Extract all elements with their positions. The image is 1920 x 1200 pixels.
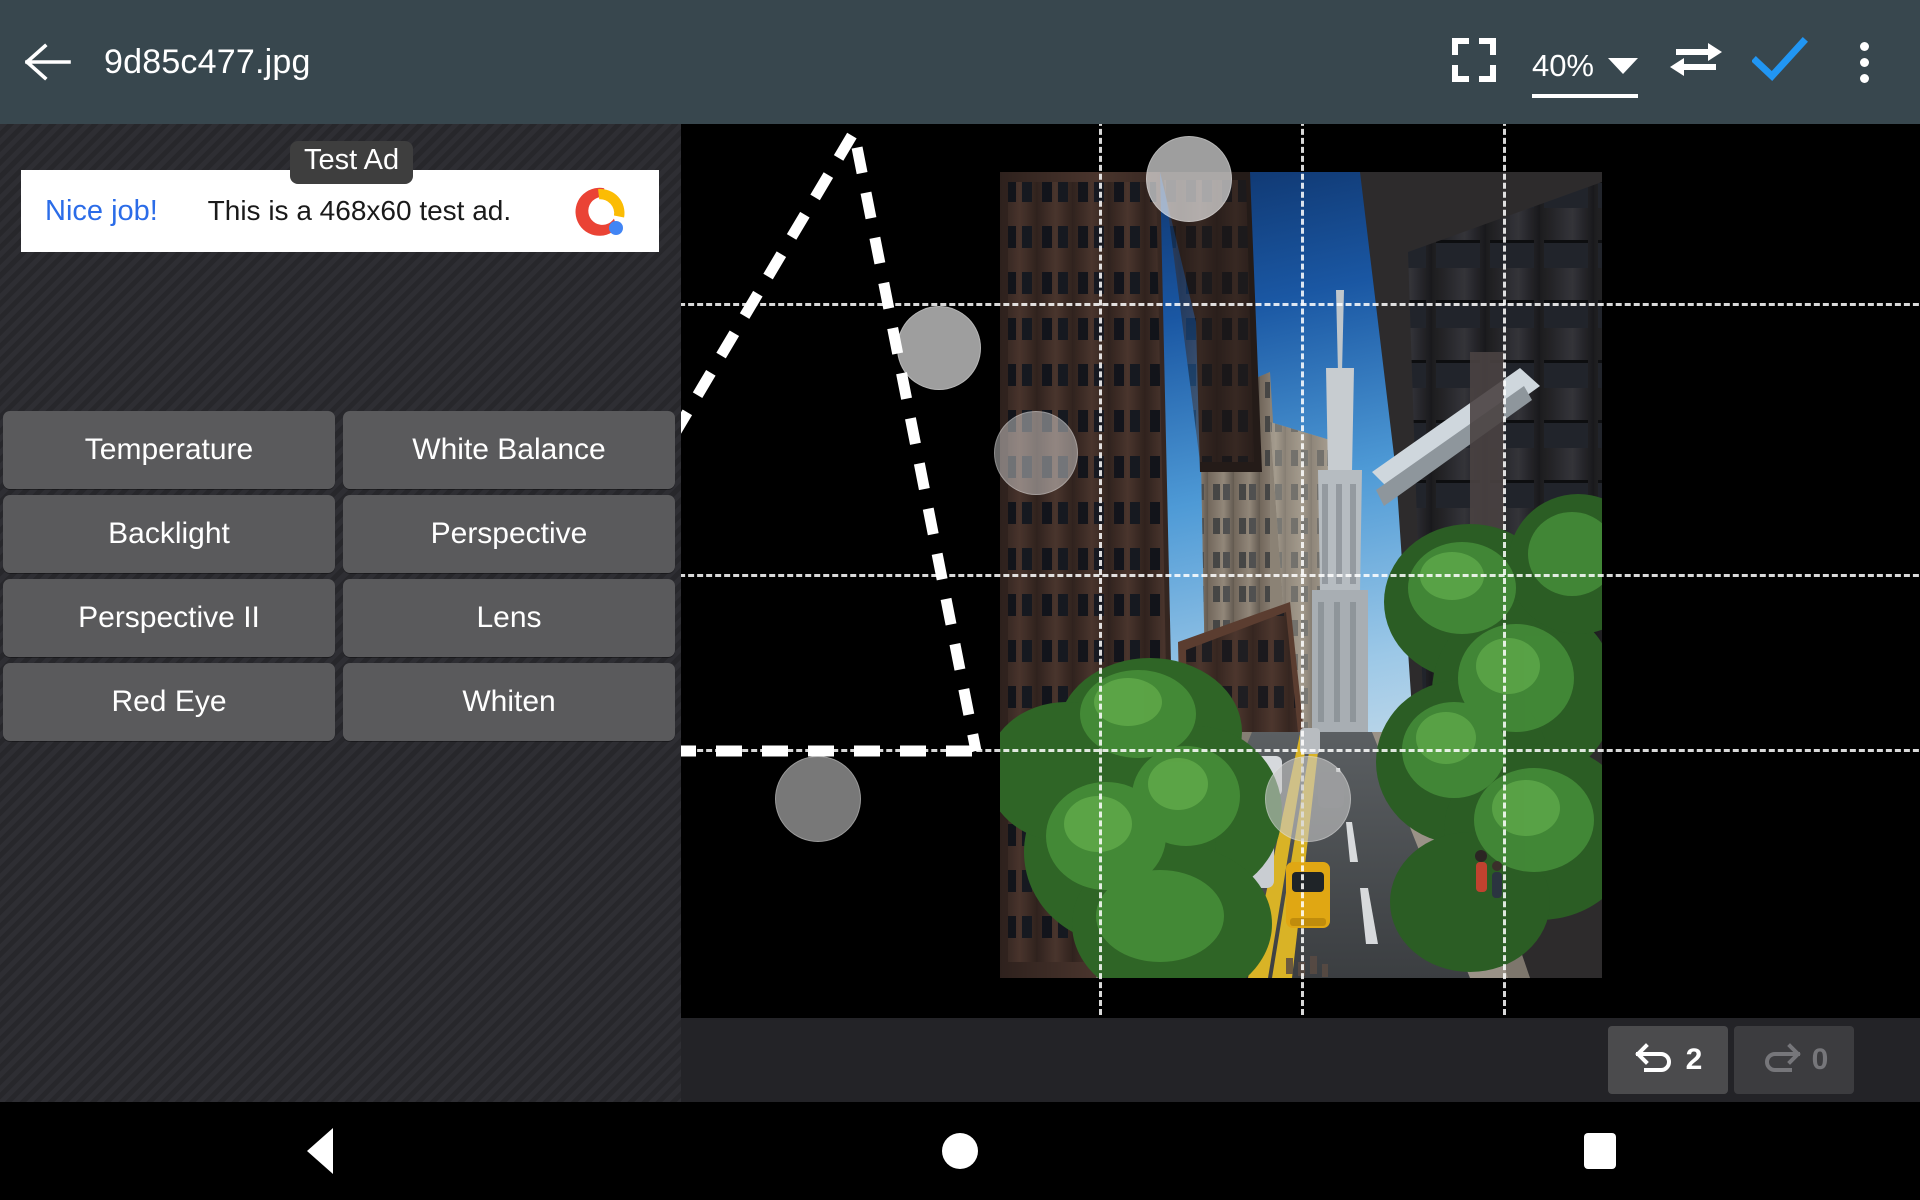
ad-cta-text: Nice job!	[45, 195, 158, 228]
tool-button-perspective-ii[interactable]: Perspective II	[3, 579, 335, 657]
tool-button-whiten[interactable]: Whiten	[343, 663, 675, 741]
overflow-menu-button[interactable]	[1822, 0, 1906, 124]
undo-arrow-icon	[1634, 1041, 1676, 1080]
tool-button-label: Red Eye	[111, 685, 226, 719]
tool-button-label: Whiten	[462, 685, 555, 719]
tool-button-lens[interactable]: Lens	[343, 579, 675, 657]
handle-center[interactable]	[994, 411, 1078, 495]
photo-editor-app: 9d85c477.jpg 40%	[0, 0, 1920, 1200]
nav-back-button[interactable]	[240, 1102, 400, 1200]
history-buttons: 2 0	[1608, 1026, 1854, 1094]
tool-button-label: Lens	[476, 601, 541, 635]
admob-logo-icon	[571, 180, 633, 242]
zoom-level-value: 40%	[1532, 48, 1594, 84]
image-canvas[interactable]	[681, 124, 1920, 1018]
tool-button-grid: Temperature White Balance Backlight Pers…	[0, 411, 678, 747]
zoom-level-selector[interactable]: 40%	[1516, 0, 1654, 124]
nav-home-circle-icon	[942, 1133, 978, 1169]
redo-count: 0	[1812, 1043, 1829, 1077]
handle-mid-left[interactable]	[897, 306, 981, 390]
nav-back-triangle-icon	[307, 1128, 333, 1174]
tool-button-label: Backlight	[108, 517, 230, 551]
page-title: 9d85c477.jpg	[104, 43, 311, 82]
photo-preview	[1000, 172, 1602, 978]
nav-recents-square-icon	[1584, 1133, 1616, 1169]
ad-test-badge: Test Ad	[290, 141, 413, 184]
tool-button-label: Temperature	[85, 433, 253, 467]
compare-button[interactable]	[1654, 0, 1738, 124]
handle-bottom-left[interactable]	[775, 756, 861, 842]
nav-recents-button[interactable]	[1520, 1102, 1680, 1200]
tool-button-perspective[interactable]: Perspective	[343, 495, 675, 573]
overflow-menu-icon	[1860, 42, 1869, 83]
tool-button-white-balance[interactable]: White Balance	[343, 411, 675, 489]
back-button[interactable]	[0, 0, 96, 124]
handle-bottom-right[interactable]	[1265, 756, 1351, 842]
undo-count: 2	[1686, 1043, 1703, 1077]
chevron-down-icon	[1608, 58, 1638, 74]
zoom-inner: 40%	[1532, 48, 1638, 98]
street-scene-image	[1000, 172, 1602, 978]
app-bar: 9d85c477.jpg 40%	[0, 0, 1920, 124]
history-bar: 2 0	[681, 1018, 1920, 1102]
fullscreen-icon	[1451, 37, 1497, 88]
handle-top-right[interactable]	[1146, 136, 1232, 222]
fullscreen-button[interactable]	[1432, 0, 1516, 124]
android-navigation-bar	[0, 1102, 1920, 1200]
confirm-button[interactable]	[1738, 0, 1822, 124]
redo-arrow-icon	[1760, 1041, 1802, 1080]
redo-button[interactable]: 0	[1734, 1026, 1854, 1094]
tool-button-backlight[interactable]: Backlight	[3, 495, 335, 573]
undo-button[interactable]: 2	[1608, 1026, 1728, 1094]
nav-home-button[interactable]	[880, 1102, 1040, 1200]
ad-body-text: This is a 468x60 test ad.	[148, 195, 571, 227]
arrow-left-icon	[25, 42, 71, 82]
tool-button-red-eye[interactable]: Red Eye	[3, 663, 335, 741]
tool-button-label: Perspective	[431, 517, 588, 551]
appbar-actions: 40%	[1432, 0, 1920, 124]
tool-button-temperature[interactable]: Temperature	[3, 411, 335, 489]
tool-button-label: Perspective II	[78, 601, 260, 635]
tool-button-label: White Balance	[412, 433, 605, 467]
tool-panel: Nice job! This is a 468x60 test ad. Test…	[0, 124, 681, 1102]
checkmark-icon	[1752, 37, 1808, 88]
compare-swap-arrows-icon	[1668, 40, 1724, 85]
photo-content	[1000, 172, 1602, 978]
